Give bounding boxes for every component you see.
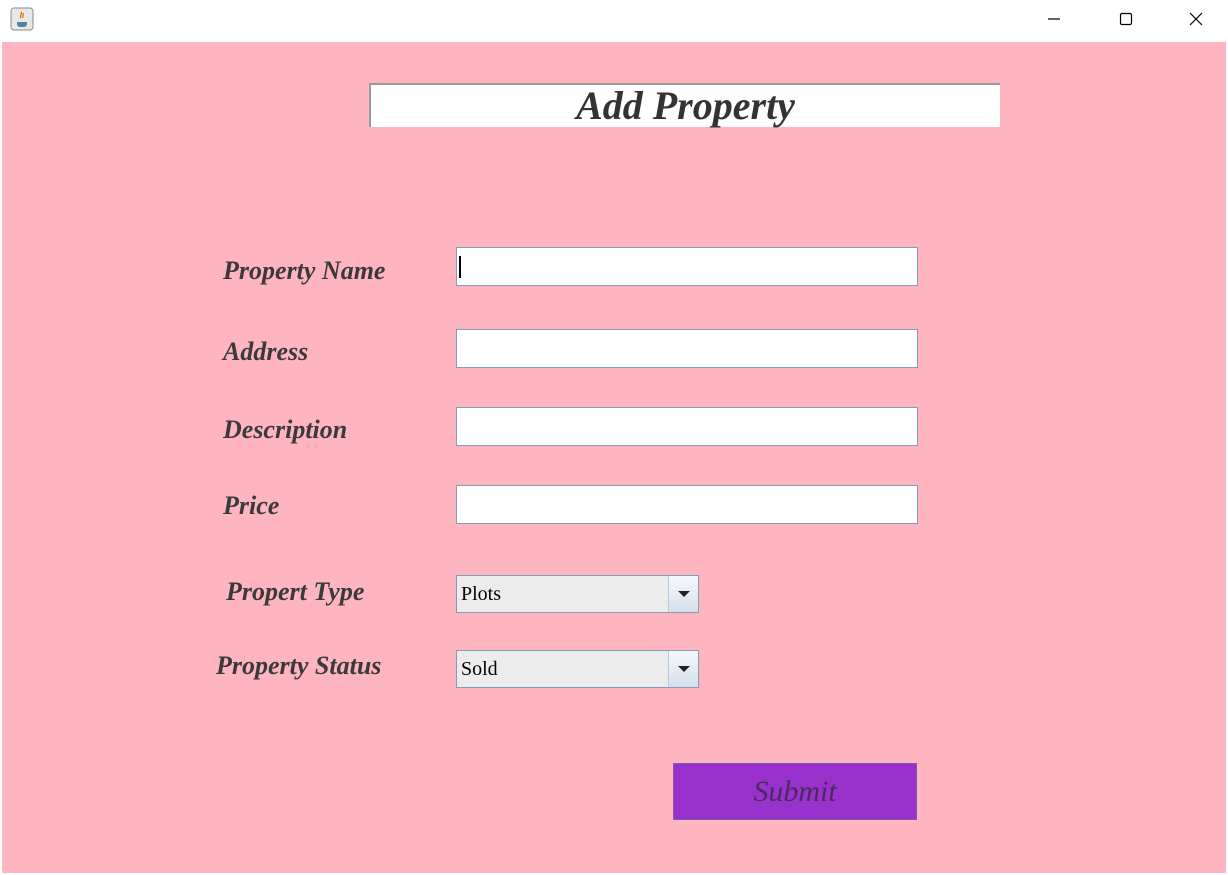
property-status-select[interactable]: Sold (456, 650, 699, 688)
submit-button[interactable]: Submit (673, 763, 917, 820)
price-input[interactable] (456, 485, 918, 524)
property-status-label: Property Status (216, 651, 382, 680)
java-app-icon (10, 7, 34, 31)
text-cursor (459, 256, 461, 278)
property-type-select[interactable]: Plots (456, 575, 699, 613)
maximize-icon (1119, 12, 1133, 26)
property-name-label: Property Name (223, 256, 386, 285)
property-type-label: Propert Type (226, 577, 365, 606)
chevron-down-icon (677, 591, 690, 597)
close-icon (1189, 12, 1203, 26)
minimize-icon (1048, 18, 1060, 20)
price-label: Price (223, 491, 280, 520)
description-input[interactable] (456, 407, 918, 446)
title-bar (0, 0, 1228, 42)
description-label: Description (223, 415, 348, 444)
property-type-value: Plots (457, 576, 669, 612)
maximize-button[interactable] (1090, 0, 1162, 38)
form-panel: Add Property Property Name Address Descr… (2, 42, 1226, 873)
address-label: Address (223, 337, 309, 366)
close-button[interactable] (1160, 0, 1228, 38)
address-input[interactable] (456, 329, 918, 368)
form-title: Add Property (576, 83, 795, 128)
app-window: Add Property Property Name Address Descr… (0, 0, 1228, 875)
minimize-button[interactable] (1018, 0, 1090, 38)
chevron-down-icon (677, 666, 690, 672)
property-name-input[interactable] (456, 247, 918, 286)
form-title-box: Add Property (369, 83, 1000, 127)
property-status-value: Sold (457, 651, 669, 687)
property-status-dropdown-button[interactable] (669, 651, 698, 687)
property-type-dropdown-button[interactable] (669, 576, 698, 612)
